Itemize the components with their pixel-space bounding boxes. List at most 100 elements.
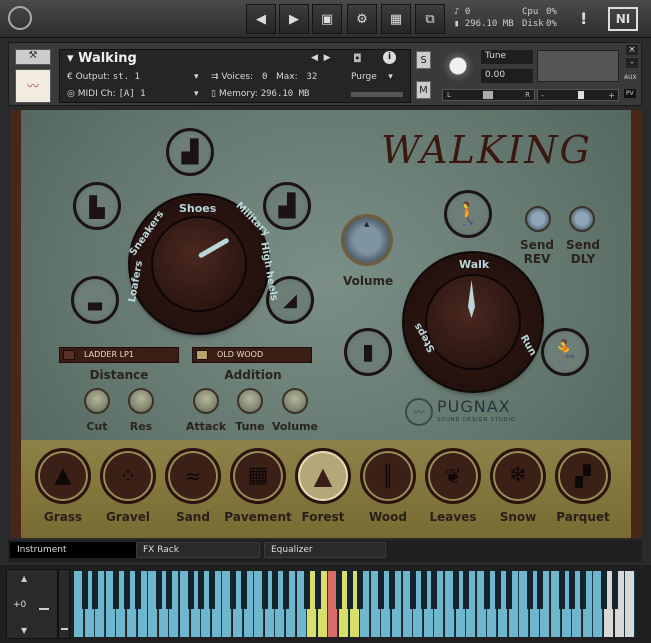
pitch-wheel[interactable] <box>39 608 49 610</box>
black-key[interactable] <box>283 571 289 609</box>
steps-button[interactable]: ▮ <box>344 328 392 376</box>
max-value[interactable]: 32 <box>306 72 317 82</box>
black-key[interactable] <box>336 571 342 609</box>
grass-button[interactable]: ▲ <box>35 448 91 504</box>
military-boot-button[interactable]: ▟ <box>263 182 311 230</box>
black-key[interactable] <box>579 571 586 609</box>
black-key[interactable] <box>208 571 215 609</box>
warning-icon[interactable]: ! <box>580 9 587 28</box>
tune-small-knob[interactable] <box>237 388 263 414</box>
prev-button[interactable]: ◀ <box>246 4 276 34</box>
sneaker-button[interactable]: ▙ <box>73 182 121 230</box>
black-key[interactable] <box>495 571 501 609</box>
aux-button[interactable]: AUX <box>624 74 637 81</box>
instrument-name[interactable]: ▾ Walking <box>67 51 137 66</box>
black-key[interactable] <box>155 571 162 609</box>
close-button[interactable]: × <box>626 45 638 55</box>
black-key[interactable] <box>505 571 512 609</box>
octave-down-icon[interactable]: ▼ <box>21 626 27 635</box>
resize-button[interactable]: ⧉ <box>415 4 445 34</box>
black-key[interactable] <box>378 571 385 609</box>
info-button[interactable]: i <box>383 51 396 64</box>
mod-wheel[interactable] <box>58 569 70 639</box>
output-dropdown-icon[interactable]: ▾ <box>194 72 199 82</box>
black-key[interactable] <box>463 571 470 609</box>
volume-slider[interactable]: - + <box>537 89 619 101</box>
pavement-button[interactable]: ▦ <box>230 448 286 504</box>
tab-equalizer[interactable]: Equalizer <box>264 542 386 558</box>
res-knob[interactable] <box>128 388 154 414</box>
black-key[interactable] <box>304 571 311 609</box>
black-key[interactable] <box>389 571 395 609</box>
ni-logo[interactable]: NI <box>608 7 638 31</box>
filter-type-select[interactable]: LADDER LP1 <box>59 347 179 363</box>
black-key[interactable] <box>166 571 173 609</box>
piano-keys[interactable] <box>74 565 640 643</box>
tune-knob[interactable] <box>442 50 474 82</box>
minimize-button[interactable]: - <box>626 58 638 68</box>
attack-knob[interactable] <box>193 388 219 414</box>
black-key[interactable] <box>526 571 533 609</box>
next-button[interactable]: ▶ <box>279 4 309 34</box>
run-button[interactable]: 🏃 <box>541 328 589 376</box>
wrench-button[interactable]: ⚒ <box>15 49 51 65</box>
solo-button[interactable]: S <box>416 51 431 69</box>
black-key[interactable] <box>431 571 438 609</box>
octave-control[interactable]: ▲ +0 ▼ <box>6 569 58 639</box>
walk-button[interactable]: 🚶 <box>444 190 492 238</box>
midi-row[interactable]: ◎ MIDI Ch: [A] 1 <box>67 89 146 99</box>
cut-knob[interactable] <box>84 388 110 414</box>
black-key[interactable] <box>420 571 427 609</box>
sand-button[interactable]: ≈ <box>165 448 221 504</box>
parquet-button[interactable]: ▞ <box>555 448 611 504</box>
black-key[interactable] <box>198 571 205 609</box>
black-key[interactable] <box>81 571 88 609</box>
black-key[interactable] <box>261 571 268 609</box>
black-key[interactable] <box>240 571 247 609</box>
black-key[interactable] <box>113 571 120 609</box>
black-key[interactable] <box>124 571 130 609</box>
camera-icon[interactable]: ◘ <box>353 52 362 65</box>
purge-dropdown[interactable]: Purge ▾ <box>351 72 393 82</box>
white-key[interactable] <box>625 571 636 637</box>
black-key[interactable] <box>569 571 576 609</box>
save-button[interactable]: ▣ <box>312 4 342 34</box>
settings-button[interactable]: ⚙ <box>347 4 377 34</box>
volume-small-knob[interactable] <box>282 388 308 414</box>
black-key[interactable] <box>346 571 353 609</box>
name-nav[interactable]: ◀ ▶ <box>311 53 331 63</box>
black-key[interactable] <box>187 571 194 609</box>
pv-button[interactable]: PV <box>624 89 636 98</box>
black-key[interactable] <box>134 571 141 609</box>
black-key[interactable] <box>537 571 544 609</box>
leaves-button[interactable]: ❦ <box>425 448 481 504</box>
gravel-button[interactable]: ⁘ <box>100 448 156 504</box>
forest-button[interactable]: ▲ <box>295 448 351 504</box>
black-key[interactable] <box>601 571 607 609</box>
midi-dropdown-icon[interactable]: ▾ <box>194 89 199 99</box>
output-row[interactable]: € Output: st. 1 <box>67 72 140 82</box>
black-key[interactable] <box>230 571 236 609</box>
snow-button[interactable]: ❄ <box>490 448 546 504</box>
wood-button[interactable]: ║ <box>360 448 416 504</box>
black-key[interactable] <box>357 571 364 609</box>
tab-instrument[interactable]: Instrument <box>10 542 136 558</box>
octave-up-icon[interactable]: ▲ <box>21 574 27 583</box>
tab-fx-rack[interactable]: FX Rack <box>136 542 260 558</box>
addition-select[interactable]: OLD WOOD <box>192 347 312 363</box>
black-key[interactable] <box>611 571 618 609</box>
volume-handle[interactable] <box>578 91 584 99</box>
black-key[interactable] <box>314 571 321 609</box>
black-key[interactable] <box>272 571 279 609</box>
black-key[interactable] <box>558 571 565 609</box>
pan-handle[interactable] <box>483 91 493 99</box>
send-dly-knob[interactable] <box>569 206 595 232</box>
kontakt-logo-icon[interactable] <box>8 6 32 30</box>
black-key[interactable] <box>484 571 491 609</box>
black-key[interactable] <box>410 571 417 609</box>
black-key[interactable] <box>92 571 99 609</box>
tune-value[interactable]: 0.00 <box>481 69 533 83</box>
loafer-button[interactable]: ▃ <box>71 276 119 324</box>
boot-button[interactable]: ▟ <box>166 128 214 176</box>
send-rev-knob[interactable] <box>525 206 551 232</box>
